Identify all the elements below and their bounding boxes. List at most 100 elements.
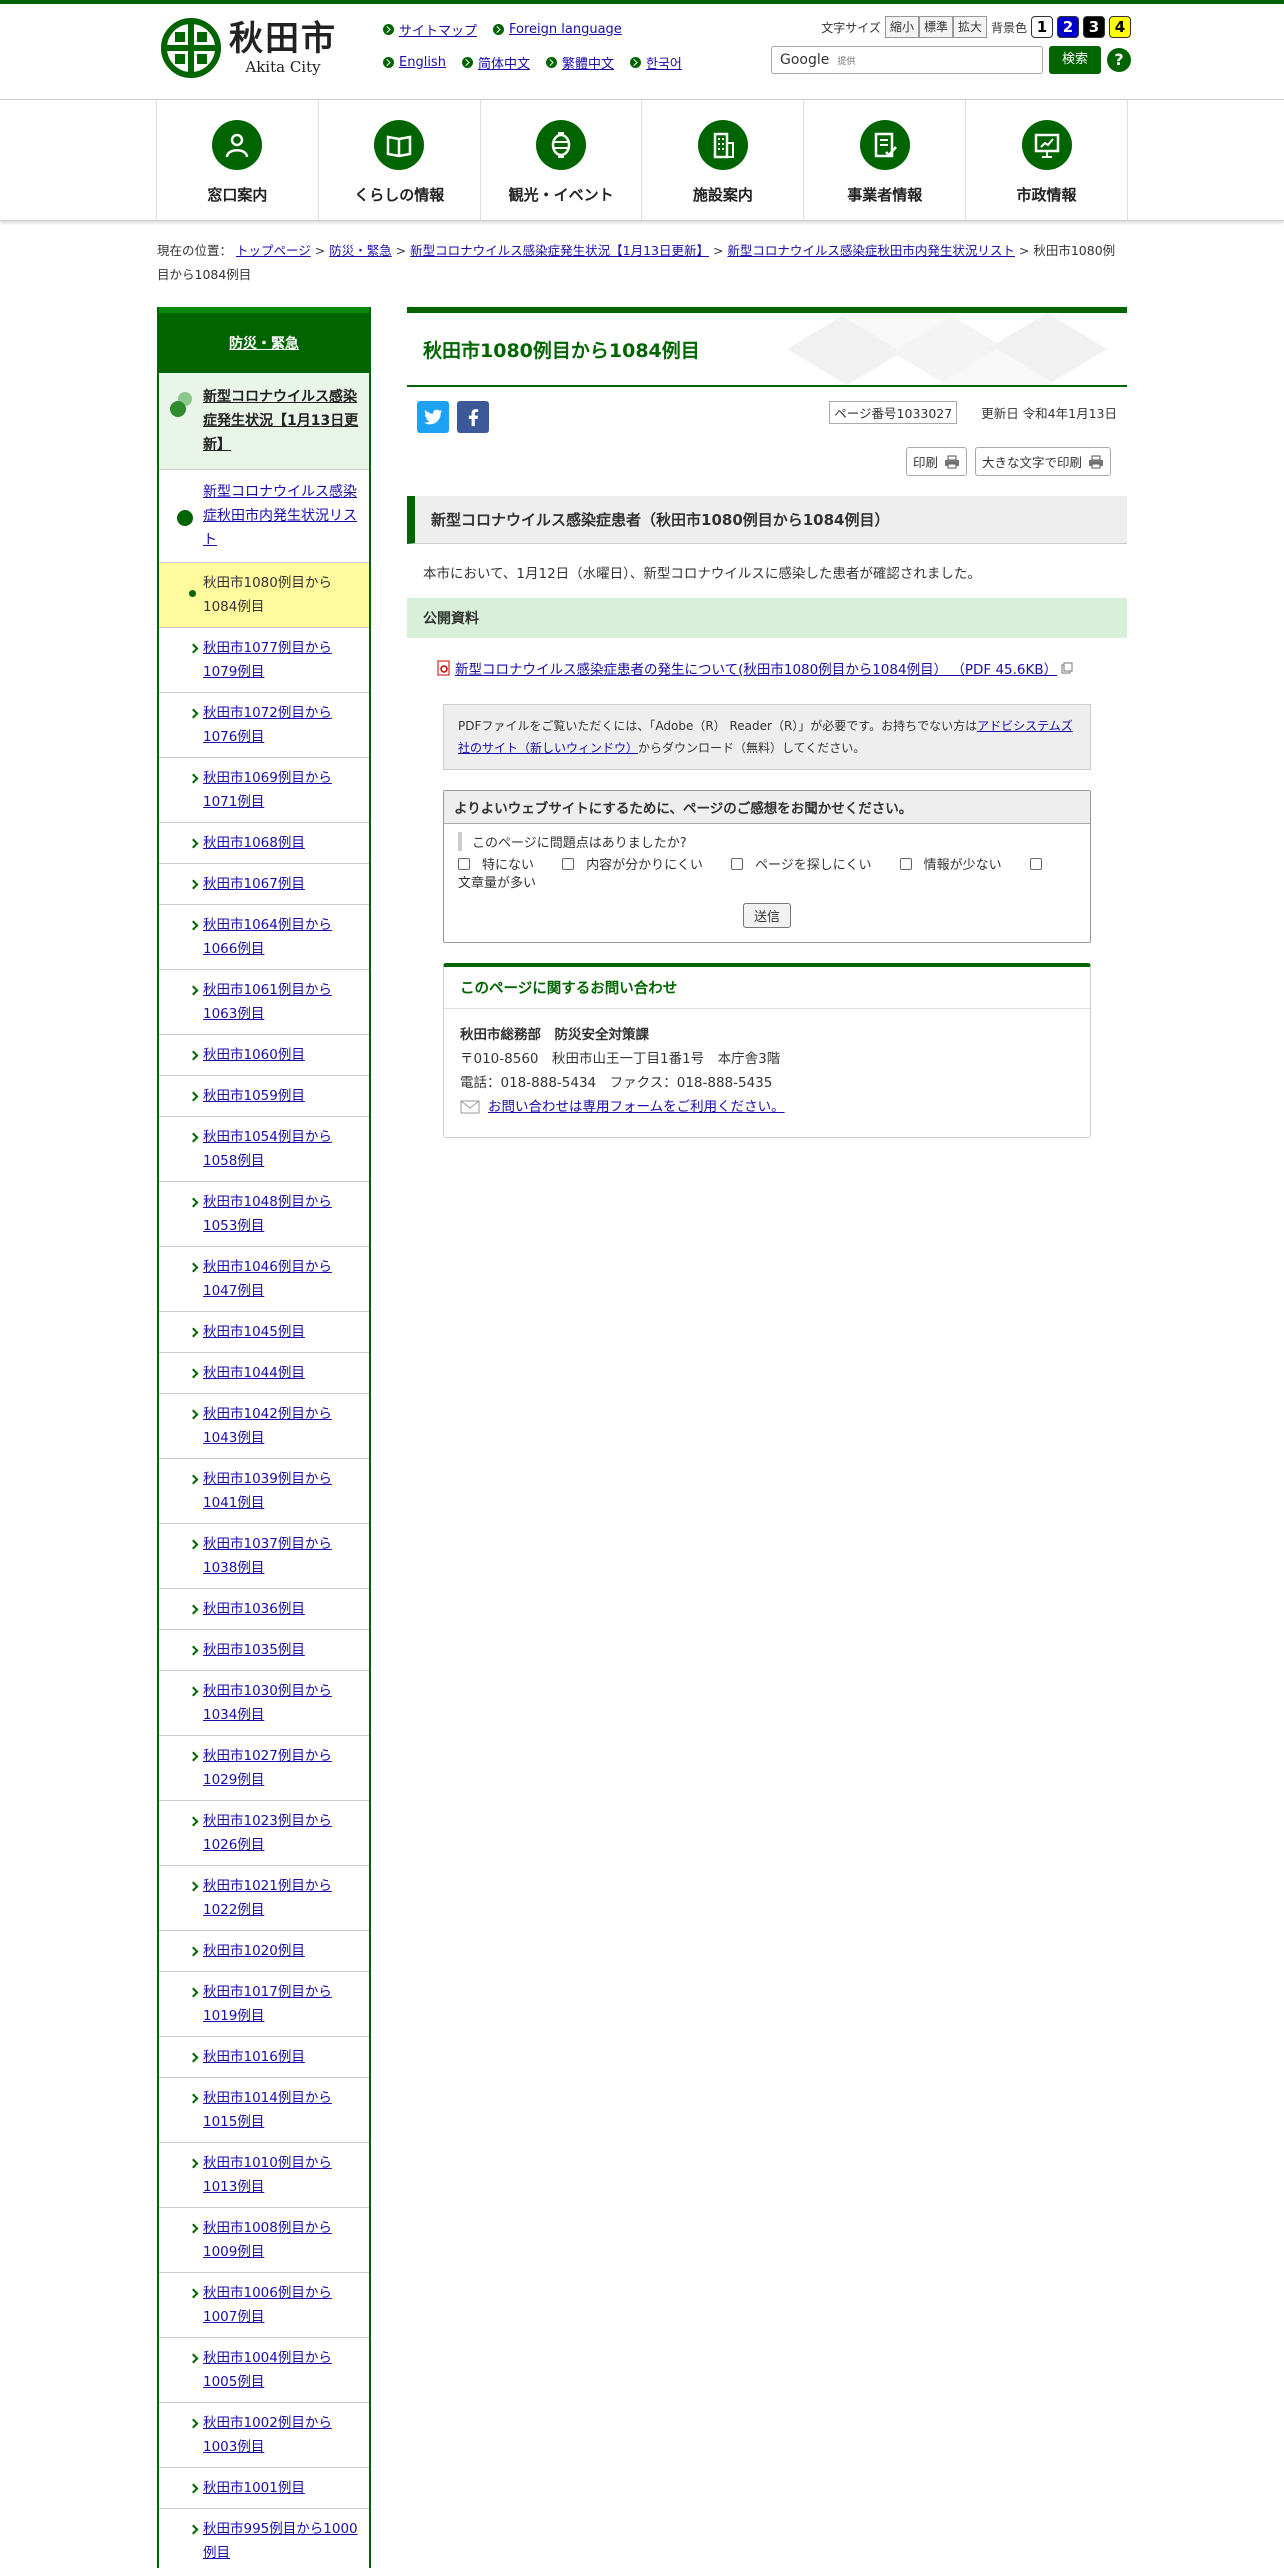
contact-form-link[interactable]: お問い合わせは専用フォームをご利用ください。 xyxy=(488,1095,785,1119)
sidebar-item-link[interactable]: 秋田市1020例目 xyxy=(203,1943,305,1959)
traditional-chinese-link[interactable]: 繁體中文 xyxy=(545,53,614,72)
sidebar-item-link[interactable]: 秋田市1017例目から1019例目 xyxy=(203,1984,332,2024)
gnav-item-business[interactable]: 事業者情報 xyxy=(803,100,965,220)
sidebar-current-label: 秋田市1080例目から1084例目 xyxy=(203,575,332,615)
checkbox[interactable] xyxy=(562,858,575,870)
sidebar-item-link[interactable]: 秋田市1014例目から1015例目 xyxy=(203,2090,332,2130)
gnav-item-facilities[interactable]: 施設案内 xyxy=(641,100,803,220)
sidebar-item-link[interactable]: 秋田市1064例目から1066例目 xyxy=(203,917,332,957)
foreign-language-link[interactable]: Foreign language xyxy=(493,20,622,39)
sidebar-item: 秋田市1030例目から1034例目 xyxy=(159,1671,369,1736)
sidebar-item-link[interactable]: 秋田市1035例目 xyxy=(203,1642,305,1658)
breadcrumb-link[interactable]: 新型コロナウイルス感染症秋田市内発生状況リスト xyxy=(727,243,1015,258)
sidebar-item: 秋田市1060例目 xyxy=(159,1035,369,1076)
survey-options: 特にない 内容が分かりにくい ページを探しにくい 情報が少ない 文章量が多い xyxy=(458,857,1076,893)
person-icon xyxy=(212,120,263,170)
mail-icon xyxy=(460,1100,480,1114)
survey-option[interactable]: 特にない xyxy=(458,858,546,873)
sidebar-item-link[interactable]: 秋田市1061例目から1063例目 xyxy=(203,982,332,1022)
sidebar-item-link[interactable]: 秋田市1042例目から1043例目 xyxy=(203,1406,332,1446)
sidebar-item-link[interactable]: 秋田市1027例目から1029例目 xyxy=(203,1748,332,1788)
sidebar-item-link[interactable]: 秋田市1060例目 xyxy=(203,1047,305,1063)
sidebar-item-link[interactable]: 秋田市1006例目から1007例目 xyxy=(203,2285,332,2325)
checkbox[interactable] xyxy=(458,858,470,870)
fontsize-smaller-button[interactable]: 縮小 xyxy=(884,16,919,38)
gnav-label: 事業者情報 xyxy=(847,186,923,204)
sidebar-item-link[interactable]: 秋田市1059例目 xyxy=(203,1088,305,1104)
sidebar-item-link[interactable]: 秋田市1069例目から1071例目 xyxy=(203,770,332,810)
help-icon[interactable]: ? xyxy=(1107,48,1131,72)
sidebar-item-link[interactable]: 秋田市995例目から1000例目 xyxy=(203,2521,358,2561)
new-window-icon xyxy=(1061,662,1073,674)
gnav-item-tourism[interactable]: 観光・イベント xyxy=(479,100,642,220)
sidebar-items: 秋田市1077例目から1079例目 秋田市1072例目から1076例目 秋田市106… xyxy=(159,628,369,2568)
page-title-bar: 秋田市1080例目から1084例目 xyxy=(407,307,1127,387)
fontsize-larger-button[interactable]: 拡大 xyxy=(952,16,987,38)
sidebar-item-link[interactable]: 秋田市1004例目から1005例目 xyxy=(203,2350,332,2390)
sidebar-item-link[interactable]: 秋田市1001例目 xyxy=(203,2480,305,2496)
gnav-item-city-admin[interactable]: 市政情報 xyxy=(965,100,1128,220)
sidebar-item-link[interactable]: 秋田市1030例目から1034例目 xyxy=(203,1683,332,1723)
sidebar-item-link[interactable]: 秋田市1054例目から1058例目 xyxy=(203,1129,332,1169)
simplified-chinese-link[interactable]: 简体中文 xyxy=(461,53,530,72)
bgcolor-1-button[interactable]: 1 xyxy=(1031,16,1053,38)
submit-button[interactable]: 送信 xyxy=(742,903,791,928)
sidebar-item-link[interactable]: 秋田市1048例目から1053例目 xyxy=(203,1194,332,1234)
sidebar-list-link[interactable]: 新型コロナウイルス感染症秋田市内発生状況リスト xyxy=(203,484,357,548)
sidebar-item-link[interactable]: 秋田市1046例目から1047例目 xyxy=(203,1259,332,1299)
sitemap-link[interactable]: サイトマップ xyxy=(383,20,477,39)
fontsize-normal-button[interactable]: 標準 xyxy=(918,16,953,38)
sidebar-item: 秋田市1039例目から1041例目 xyxy=(159,1459,369,1524)
search-button[interactable]: 検索 xyxy=(1049,46,1101,74)
sidebar-item-link[interactable]: 秋田市1010例目から1013例目 xyxy=(203,2155,332,2195)
breadcrumb-link[interactable]: 防災・緊急 xyxy=(329,243,392,258)
search-input[interactable]: Google 提供 xyxy=(771,46,1043,74)
breadcrumb-link[interactable]: 新型コロナウイルス感染症発生状況【1月13日更新】 xyxy=(410,243,709,258)
survey-option[interactable]: 内容が分かりにくい xyxy=(562,858,715,873)
print-button[interactable]: 印刷 xyxy=(905,447,967,476)
gnav-item-living[interactable]: くらしの情報 xyxy=(317,100,480,220)
sidebar-item-link[interactable]: 秋田市1072例目から1076例目 xyxy=(203,705,332,745)
sidebar-item-link[interactable]: 秋田市1045例目 xyxy=(203,1324,305,1340)
arrow-bullet-icon xyxy=(383,57,394,68)
building-icon xyxy=(697,120,748,170)
print-label: 印刷 xyxy=(912,455,938,470)
bgcolor-2-button[interactable]: 2 xyxy=(1057,16,1079,38)
sidebar-item-link[interactable]: 秋田市1037例目から1038例目 xyxy=(203,1536,332,1576)
bgcolor-3-button[interactable]: 3 xyxy=(1083,16,1105,38)
sidebar-item-link[interactable]: 秋田市1008例目から1009例目 xyxy=(203,2220,332,2260)
sidebar-item: 秋田市1027例目から1029例目 xyxy=(159,1736,369,1801)
sidebar-item-list: 新型コロナウイルス感染症秋田市内発生状況リスト xyxy=(159,470,369,563)
sidebar-item-link[interactable]: 秋田市1023例目から1026例目 xyxy=(203,1813,332,1853)
list-marker-icon xyxy=(177,510,193,526)
sidebar-item-link[interactable]: 秋田市1021例目から1022例目 xyxy=(203,1878,332,1918)
sidebar-item-link[interactable]: 秋田市1067例目 xyxy=(203,876,305,892)
sidebar-item-link[interactable]: 秋田市1036例目 xyxy=(203,1601,305,1617)
sidebar-item-link[interactable]: 秋田市1044例目 xyxy=(203,1365,305,1381)
checkbox[interactable] xyxy=(899,858,912,870)
sidebar-item-link[interactable]: 秋田市1016例目 xyxy=(203,2049,305,2065)
survey-option[interactable]: 情報が少ない xyxy=(899,858,1014,873)
twitter-icon[interactable] xyxy=(417,401,449,433)
breadcrumb-link[interactable]: トップページ xyxy=(236,243,311,258)
sidebar-item-link[interactable]: 秋田市1077例目から1079例目 xyxy=(203,640,332,680)
sidebar-item-link[interactable]: 秋田市1039例目から1041例目 xyxy=(203,1471,332,1511)
gnav-label: 窓口案内 xyxy=(207,186,268,204)
main-content: 秋田市1080例目から1084例目 ページ番号1033027 更新日 令和4年1… xyxy=(407,307,1127,2568)
korean-link[interactable]: 한국어 xyxy=(629,53,682,72)
checkbox[interactable] xyxy=(1029,858,1042,870)
pdf-link[interactable]: 新型コロナウイルス感染症患者の発生について(秋田市1080例目から1084例目）… xyxy=(455,658,1057,678)
survey-option[interactable]: ページを探しにくい xyxy=(731,858,883,873)
sidebar-item-link[interactable]: 秋田市1002例目から1003例目 xyxy=(203,2415,332,2455)
english-link[interactable]: English xyxy=(383,53,446,72)
sidebar-head-link[interactable]: 防災・緊急 xyxy=(229,333,299,353)
print-large-button[interactable]: 大きな文字で印刷 xyxy=(974,447,1111,476)
gnav-item-counter[interactable]: 窓口案内 xyxy=(156,100,318,220)
bgcolor-4-button[interactable]: 4 xyxy=(1109,16,1131,38)
sidebar-parent-link[interactable]: 新型コロナウイルス感染症発生状況【1月13日更新】 xyxy=(203,389,358,453)
site-logo[interactable]: 秋田市 Akita City xyxy=(161,18,337,78)
sidebar-item-link[interactable]: 秋田市1068例目 xyxy=(203,835,305,851)
sidebar-item: 秋田市1067例目 xyxy=(159,864,369,905)
facebook-icon[interactable] xyxy=(457,401,489,433)
checkbox[interactable] xyxy=(731,858,744,870)
